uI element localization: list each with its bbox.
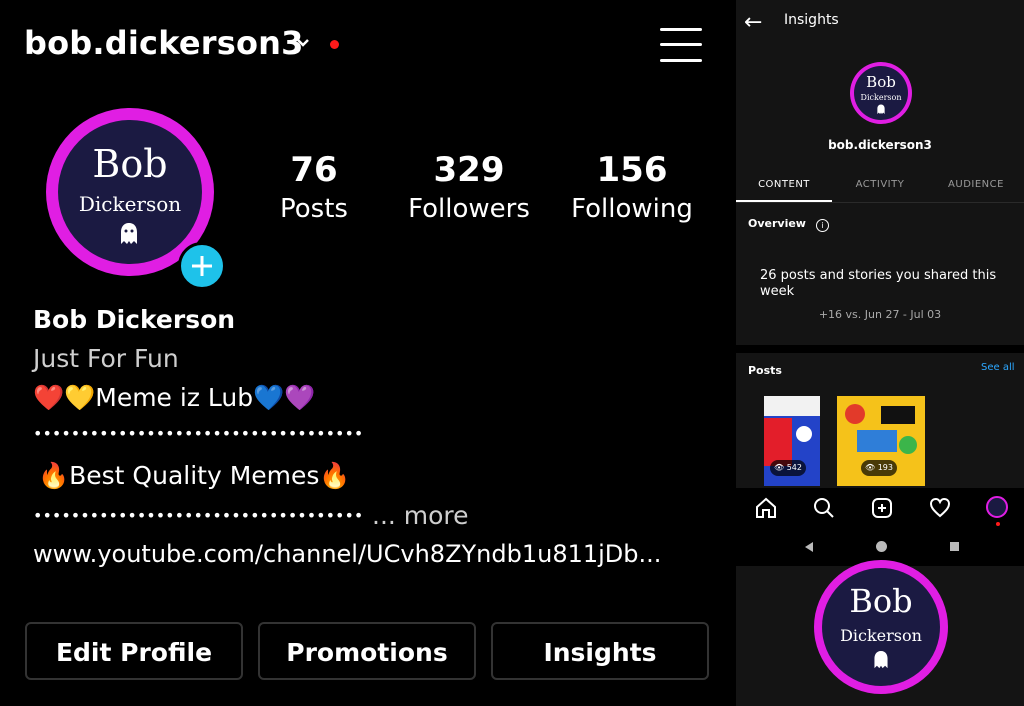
- insights-button[interactable]: Insights: [491, 622, 709, 680]
- tab-content[interactable]: CONTENT: [736, 179, 832, 190]
- promotions-button[interactable]: Promotions: [258, 622, 476, 680]
- bio-dots-1: •••••••••••••••••••••••••••••••••••: [33, 424, 364, 443]
- stat-posts-value: 76: [290, 150, 338, 190]
- thumb-2-views: 👁 193: [861, 460, 897, 476]
- heart-icon[interactable]: [928, 496, 952, 520]
- post-thumbnail-2[interactable]: 👁 193: [837, 396, 925, 486]
- tab-audience[interactable]: AUDIENCE: [928, 179, 1024, 190]
- tab-divider: [736, 202, 1024, 203]
- thumb-1-views: 👁 542: [770, 460, 806, 476]
- stat-followers-value: 329: [433, 150, 505, 190]
- section-divider: [736, 345, 1024, 353]
- insights-screen: ← Insights Bob Dickerson bob.dickerson3 …: [736, 0, 1024, 706]
- profile-tab-dot: [996, 522, 1000, 526]
- stat-following-label: Following: [571, 194, 693, 224]
- menu-icon[interactable]: [660, 26, 704, 64]
- profile-tab-avatar[interactable]: [986, 496, 1008, 518]
- back-arrow-icon[interactable]: ←: [744, 10, 762, 35]
- new-post-icon[interactable]: [870, 496, 894, 520]
- insights-ghost-icon: [877, 104, 885, 115]
- insights-avatar-text-dickerson: Dickerson: [860, 93, 902, 102]
- avatar-text-dickerson: Dickerson: [78, 192, 182, 216]
- preview-avatar-text-bob: Bob: [849, 582, 913, 620]
- tab-activity[interactable]: ACTIVITY: [832, 179, 928, 190]
- chevron-down-icon[interactable]: [296, 36, 310, 50]
- bio-line-2: 🔥Best Quality Memes🔥: [38, 461, 351, 490]
- profile-screen: bob.dickerson3 Bob Dickerson 76 Posts 32…: [0, 0, 736, 706]
- profile-category: Just For Fun: [33, 344, 179, 373]
- profile-username[interactable]: bob.dickerson3: [24, 24, 304, 62]
- home-icon[interactable]: [754, 496, 778, 520]
- ghost-icon: [121, 223, 137, 244]
- avatar-text-bob: Bob: [92, 142, 168, 186]
- see-all-link[interactable]: See all: [981, 362, 1015, 373]
- weekly-summary: 26 posts and stories you shared this wee…: [760, 268, 997, 299]
- stat-posts[interactable]: 76 Posts: [268, 150, 360, 224]
- preview-ghost-icon: [874, 651, 888, 669]
- stat-posts-label: Posts: [280, 194, 348, 224]
- bio-dots-2: •••••••••••••••••••••••••••••••••••: [33, 506, 364, 525]
- display-name: Bob Dickerson: [33, 305, 236, 334]
- bio-line-1: ❤️💛Meme iz Lub💙💜: [33, 383, 316, 412]
- overview-label: Overview: [748, 217, 806, 230]
- notification-dot: [330, 40, 339, 49]
- info-icon[interactable]: i: [816, 219, 829, 232]
- profile-link[interactable]: www.youtube.com/channel/UCvh8ZYndb1u811j…: [33, 540, 661, 568]
- system-back-icon[interactable]: [804, 542, 814, 552]
- weekly-comparison: +16 vs. Jun 27 - Jul 03: [818, 308, 942, 321]
- more-link[interactable]: ... more: [372, 501, 469, 530]
- posts-section-label: Posts: [748, 364, 782, 377]
- post-thumbnail-1[interactable]: 👁 542: [764, 396, 820, 486]
- preview-avatar-text-dickerson: Dickerson: [840, 626, 922, 645]
- bottom-nav: [736, 488, 1024, 528]
- stat-following-value: 156: [596, 150, 668, 190]
- avatar-preview: Bob Dickerson: [814, 560, 948, 694]
- stat-following[interactable]: 156 Following: [562, 150, 702, 224]
- add-story-button[interactable]: [178, 242, 226, 290]
- system-recents-icon[interactable]: [950, 542, 959, 551]
- insights-avatar: Bob Dickerson: [850, 62, 912, 124]
- stat-followers-label: Followers: [408, 194, 530, 224]
- edit-profile-button[interactable]: Edit Profile: [25, 622, 243, 680]
- system-home-icon[interactable]: [876, 541, 887, 552]
- insights-title: Insights: [784, 12, 839, 28]
- thumb-1-views-count: 542: [786, 463, 802, 472]
- insights-username: bob.dickerson3: [828, 138, 932, 152]
- insights-avatar-text-bob: Bob: [866, 73, 896, 91]
- search-icon[interactable]: [812, 496, 836, 520]
- stat-followers[interactable]: 329 Followers: [396, 150, 542, 224]
- thumb-2-views-count: 193: [877, 463, 893, 472]
